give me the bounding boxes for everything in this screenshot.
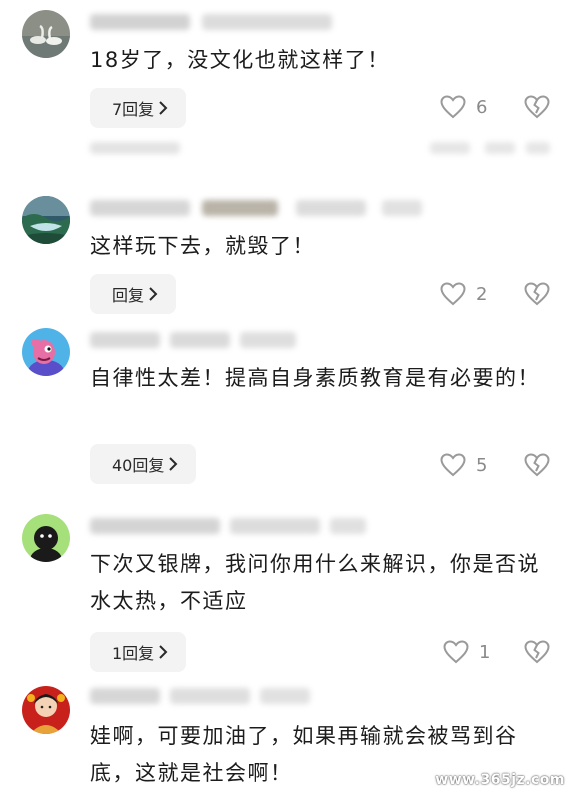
sub-reply-blurred bbox=[90, 142, 550, 156]
reply-button[interactable]: 40回复 bbox=[90, 444, 197, 484]
comment-text: 这样玩下去，就毁了！ bbox=[90, 234, 315, 258]
like-button[interactable]: 5 bbox=[440, 453, 487, 477]
dislike-button[interactable] bbox=[524, 282, 550, 306]
comment-text: 18岁了，没文化也就这样了！ bbox=[90, 48, 390, 72]
like-count: 2 bbox=[476, 283, 488, 305]
black-character-avatar-icon[interactable] bbox=[22, 514, 70, 562]
like-button[interactable]: 6 bbox=[440, 95, 487, 119]
comment-text: 下次又银牌，我问你用什么来解识，你是否说水太热，不适应 bbox=[90, 552, 540, 613]
broken-heart-icon bbox=[524, 453, 550, 477]
heart-icon bbox=[440, 282, 466, 306]
chevron-right-icon bbox=[158, 645, 168, 659]
reply-count-label: 40回复 bbox=[112, 456, 165, 475]
username-blurred bbox=[90, 518, 370, 534]
reply-count-label: 回复 bbox=[112, 286, 145, 305]
username-blurred bbox=[90, 332, 310, 348]
heart-icon bbox=[443, 640, 469, 664]
username-blurred bbox=[90, 688, 320, 704]
swan-avatar-icon[interactable] bbox=[22, 10, 70, 58]
watermark: www.365jz.com bbox=[435, 772, 565, 788]
dislike-button[interactable] bbox=[524, 453, 550, 477]
like-count: 6 bbox=[476, 96, 488, 118]
like-button[interactable]: 1 bbox=[443, 640, 490, 664]
like-count: 5 bbox=[476, 454, 488, 476]
comment-item: 自律性太差！提高自身素质教育是有必要的！ 40回复 5 bbox=[0, 320, 577, 500]
reply-button[interactable]: 1回复 bbox=[90, 632, 187, 672]
like-button[interactable]: 2 bbox=[440, 282, 487, 306]
reply-button[interactable]: 回复 bbox=[90, 274, 177, 314]
comment-item: 18岁了，没文化也就这样了！ 7回复 6 bbox=[0, 0, 577, 170]
festive-avatar-icon[interactable] bbox=[22, 686, 70, 734]
heart-icon bbox=[440, 453, 466, 477]
chevron-right-icon bbox=[148, 287, 158, 301]
heart-icon bbox=[440, 95, 466, 119]
dislike-button[interactable] bbox=[524, 95, 550, 119]
cartoon-avatar-icon[interactable] bbox=[22, 328, 70, 376]
chevron-right-icon bbox=[168, 457, 178, 471]
username-blurred bbox=[90, 14, 350, 30]
reply-count-label: 7回复 bbox=[112, 100, 155, 119]
landscape-avatar-icon[interactable] bbox=[22, 196, 70, 244]
like-count: 1 bbox=[479, 641, 491, 663]
comment-item: 这样玩下去，就毁了！ 回复 2 bbox=[0, 190, 577, 320]
broken-heart-icon bbox=[524, 282, 550, 306]
broken-heart-icon bbox=[524, 95, 550, 119]
comment-text: 自律性太差！提高自身素质教育是有必要的！ bbox=[90, 366, 540, 390]
username-blurred bbox=[90, 200, 430, 216]
reply-count-label: 1回复 bbox=[112, 644, 155, 663]
dislike-button[interactable] bbox=[524, 640, 550, 664]
reply-button[interactable]: 7回复 bbox=[90, 88, 187, 128]
chevron-right-icon bbox=[158, 101, 168, 115]
comment-item: 下次又银牌，我问你用什么来解识，你是否说水太热，不适应 1回复 1 bbox=[0, 506, 577, 682]
broken-heart-icon bbox=[524, 640, 550, 664]
